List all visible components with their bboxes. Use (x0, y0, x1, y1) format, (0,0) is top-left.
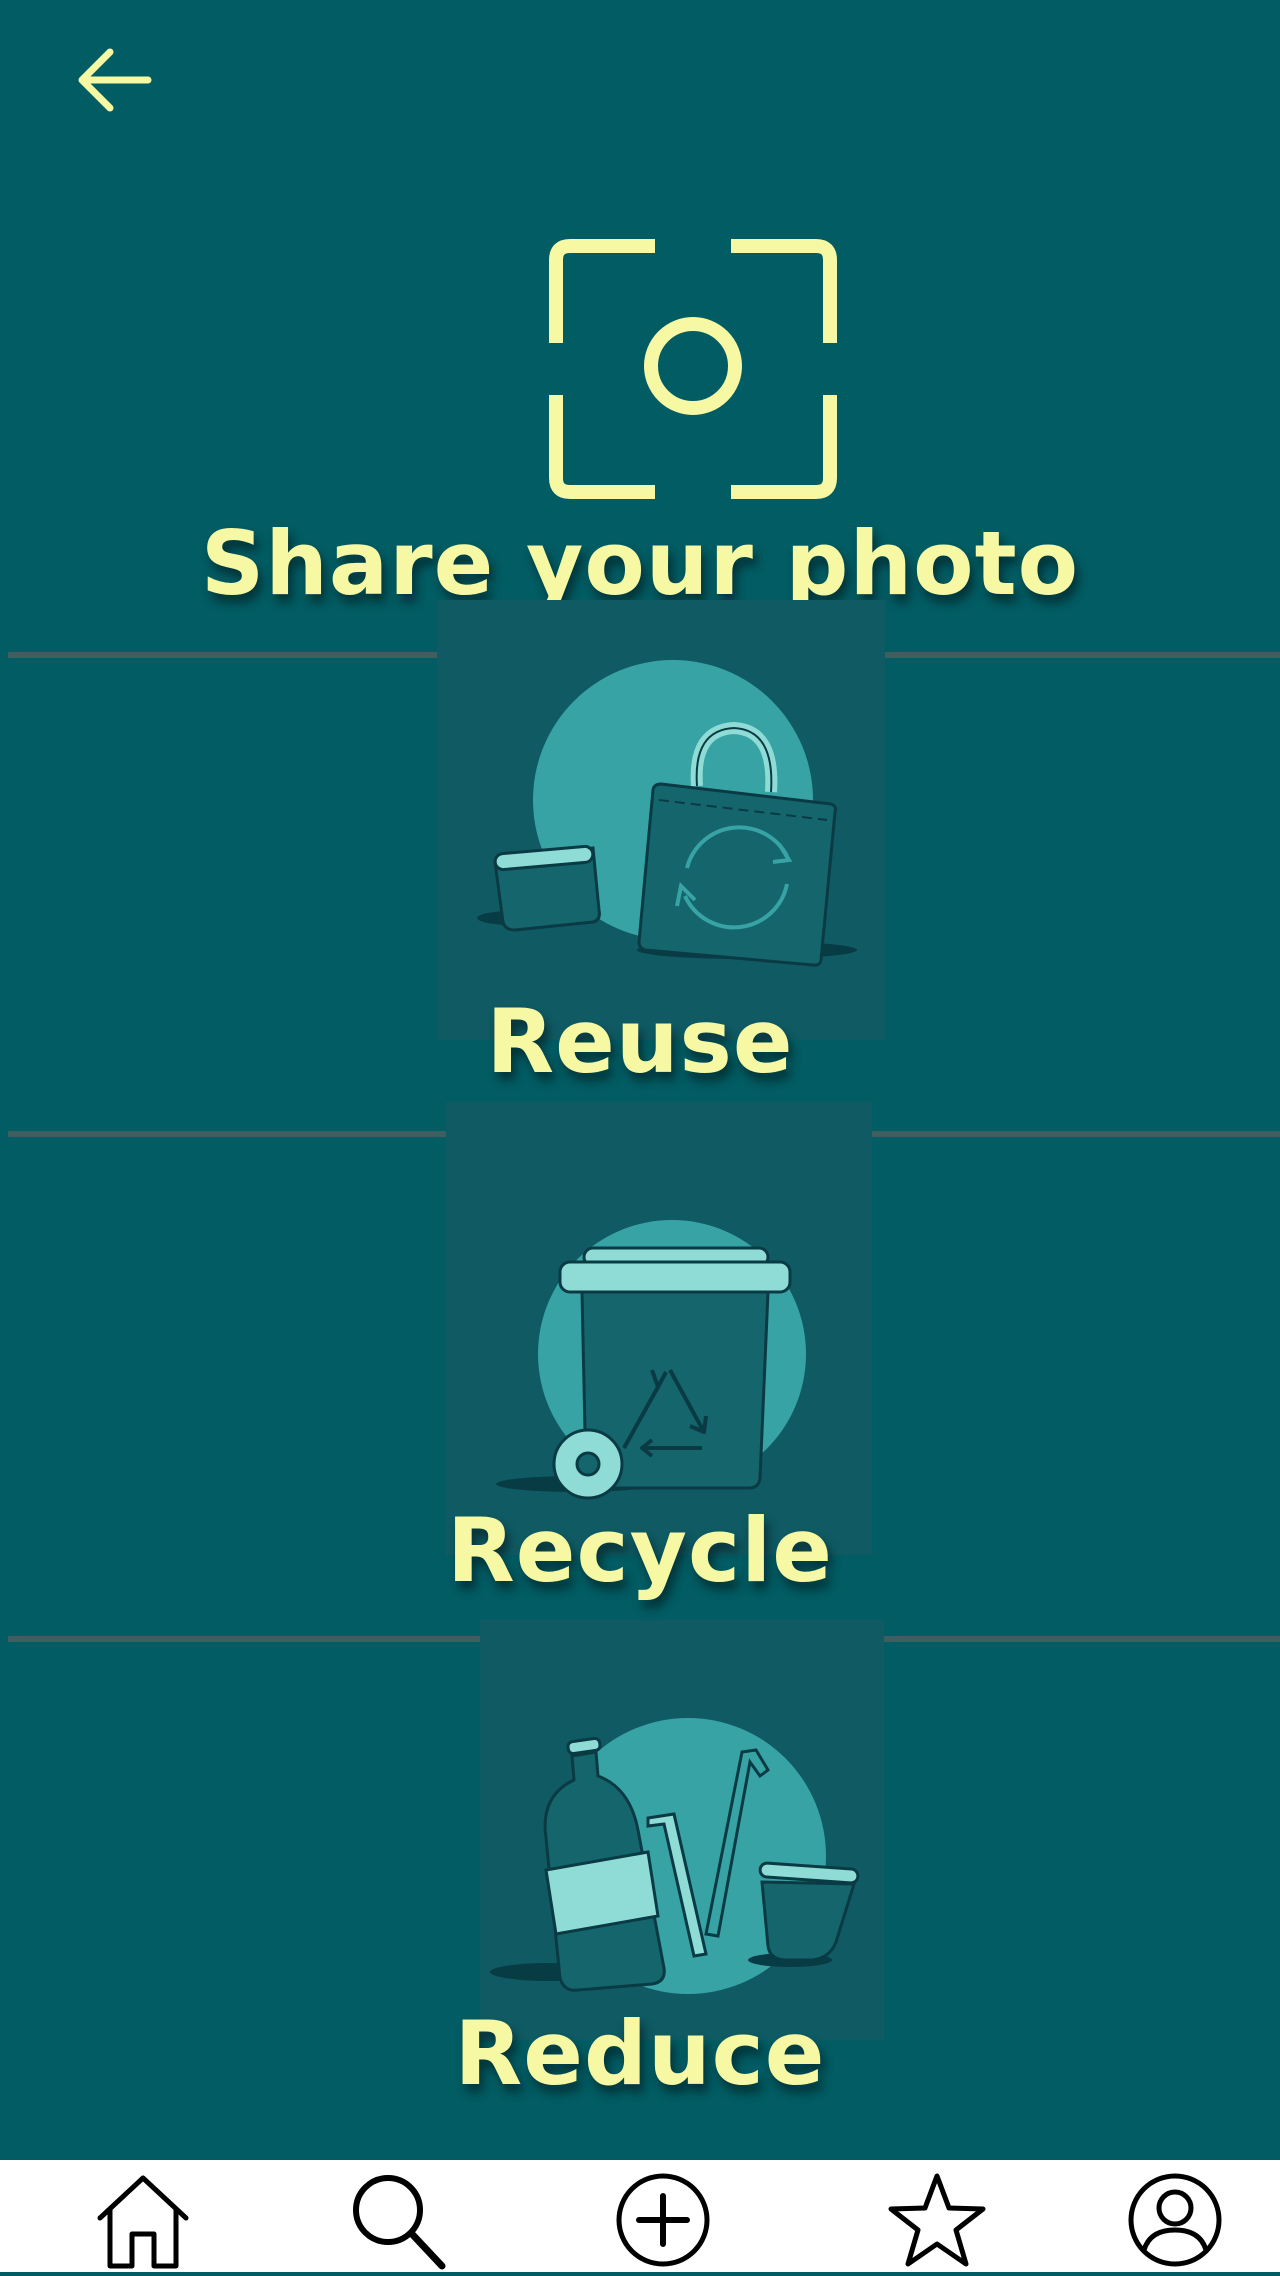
home-icon (97, 2175, 189, 2269)
nav-favorites[interactable] (882, 2168, 992, 2272)
category-label: Reuse (486, 990, 794, 1093)
nav-search[interactable] (342, 2168, 452, 2272)
category-recycle[interactable]: Recycle (0, 1102, 1280, 1637)
recycle-bin-illustration (496, 1220, 806, 1500)
reuse-illustration (477, 660, 857, 967)
nav-add[interactable] (608, 2168, 718, 2272)
nav-home[interactable] (88, 2168, 198, 2272)
add-icon (616, 2173, 710, 2267)
reduce-illustration (490, 1718, 860, 1994)
camera-scan-icon (549, 239, 837, 499)
bottom-navigation (0, 2160, 1280, 2272)
nav-profile[interactable] (1120, 2168, 1230, 2272)
star-icon (888, 2173, 986, 2267)
category-reuse[interactable]: Reuse (0, 600, 1280, 1133)
search-icon (353, 2175, 446, 2270)
category-reduce[interactable]: Reduce (0, 1620, 1280, 2160)
profile-icon (1128, 2173, 1222, 2267)
category-label: Reduce (454, 2002, 826, 2105)
category-label: Recycle (447, 1499, 833, 1602)
share-photo-section[interactable]: Share your photo (0, 0, 1280, 655)
